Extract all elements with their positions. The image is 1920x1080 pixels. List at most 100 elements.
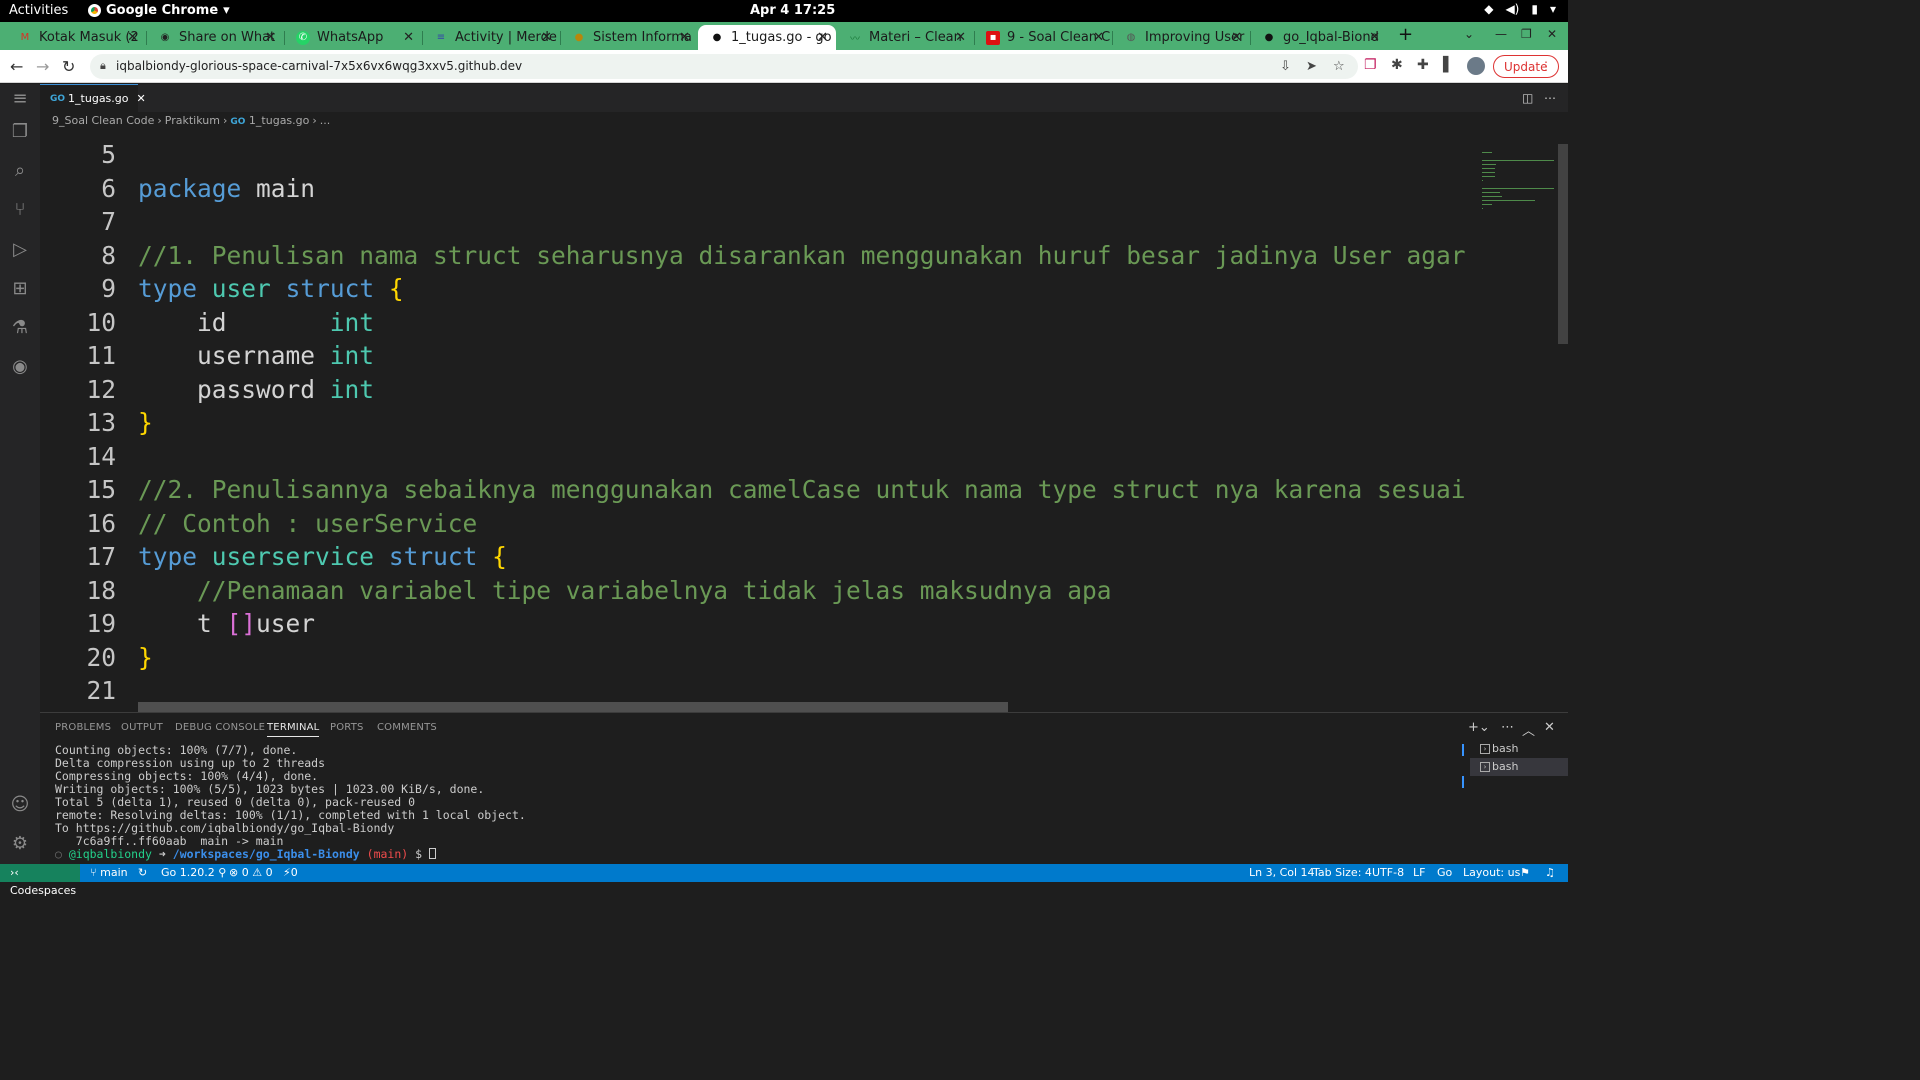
send-icon[interactable]: ➤ [1306, 59, 1317, 74]
close-icon[interactable]: ✕ [679, 30, 690, 45]
browser-tab[interactable]: ✆ WhatsApp ✕ [284, 25, 422, 50]
more-actions-icon[interactable]: ⋯ [1544, 91, 1556, 105]
tab-terminal[interactable]: TERMINAL [267, 722, 320, 737]
puzzle-icon[interactable]: ✚ [1417, 57, 1429, 73]
code-line[interactable]: 17 type userservice struct { [40, 540, 1476, 574]
menu-icon[interactable]: ≡ [9, 88, 31, 110]
close-icon[interactable]: ✕ [127, 30, 138, 45]
accounts-icon[interactable]: ☺ [9, 794, 31, 816]
code-line[interactable]: 21 [40, 674, 1476, 708]
sync-icon[interactable]: ↻ [138, 864, 147, 882]
close-icon[interactable]: ✕ [817, 30, 828, 45]
app-menu[interactable]: Google Chrome ▾ [88, 3, 230, 18]
browser-tab[interactable]: M Kotak Masuk (2 ✕ [6, 25, 146, 50]
clock[interactable]: Apr 4 17:25 [750, 3, 835, 18]
extension-icon[interactable]: ❐ [1364, 57, 1377, 73]
cursor-position[interactable]: Ln 3, Col 14 [1249, 864, 1315, 882]
update-button[interactable]: Update ⋮ [1493, 55, 1559, 78]
activities-button[interactable]: Activities [9, 3, 68, 18]
browser-tab[interactable]: ≡ Activity | Merde ✕ [422, 25, 560, 50]
close-icon[interactable]: ✕ [1369, 30, 1380, 45]
explorer-icon[interactable]: ❐ [9, 121, 31, 143]
gear-icon[interactable]: ⚙ [9, 833, 31, 855]
keyboard-layout[interactable]: Layout: us [1463, 864, 1520, 882]
tab-comments[interactable]: COMMENTS [377, 722, 437, 733]
tab-output[interactable]: OUTPUT [121, 722, 163, 733]
code-line[interactable]: 12 password int [40, 373, 1476, 407]
go-version[interactable]: Go 1.20.2 ⚲ [161, 864, 226, 882]
browser-tab[interactable]: ● go_Iqbal-Biond ✕ [1250, 25, 1388, 50]
vertical-scrollbar[interactable] [1558, 130, 1568, 712]
system-status-area[interactable]: ◆ ◀) ▮ ▾ [1484, 2, 1556, 16]
browser-tab[interactable]: ● Sistem Informa ✕ [560, 25, 698, 50]
code-line[interactable]: 19 t []user [40, 607, 1476, 641]
scrollbar-thumb[interactable] [1558, 144, 1568, 344]
tab-debug-console[interactable]: DEBUG CONSOLE [175, 722, 265, 733]
language-mode[interactable]: Go [1437, 864, 1452, 882]
extension-icon[interactable]: ✱ [1391, 57, 1403, 73]
code-line[interactable]: 9 type user struct { [40, 272, 1476, 306]
encoding[interactable]: UTF-8 [1372, 864, 1404, 882]
end-of-line[interactable]: LF [1413, 864, 1425, 882]
terminal-output[interactable]: Counting objects: 100% (7/7), done. Delta… [55, 744, 526, 861]
branch-indicator[interactable]: ⑂ main [90, 864, 128, 882]
install-app-icon[interactable]: ⇩ [1280, 59, 1291, 74]
terminal-item[interactable]: › bash [1470, 758, 1568, 776]
close-icon[interactable]: ✕ [137, 92, 146, 105]
new-terminal-icon[interactable]: +⌄ [1468, 720, 1490, 735]
code-line[interactable]: 13} [40, 406, 1476, 440]
restore-icon[interactable]: ❐ [1521, 27, 1532, 41]
close-icon[interactable]: ✕ [541, 30, 552, 45]
back-icon[interactable]: ← [10, 57, 23, 76]
browser-tab[interactable]: ▪ 9 - Soal Clean C ✕ [974, 25, 1112, 50]
close-icon[interactable]: ✕ [955, 30, 966, 45]
problems-indicator[interactable]: ⊗ 0 ⚠ 0 [229, 864, 273, 882]
remote-indicator[interactable]: ›‹ Codespaces [0, 864, 80, 897]
code-line[interactable]: 10 id int [40, 306, 1476, 340]
more-actions-icon[interactable]: ⋯ [1501, 720, 1514, 735]
testing-icon[interactable]: ⚗ [9, 317, 31, 339]
close-icon[interactable]: ✕ [1231, 30, 1242, 45]
github-icon[interactable]: ◉ [9, 356, 31, 378]
maximize-panel-icon[interactable]: ︿ [1522, 720, 1535, 739]
code-line[interactable]: 18 //Penamaan variabel tipe variabelnya … [40, 574, 1476, 608]
bell-icon[interactable]: ♫ [1545, 864, 1555, 882]
code-line[interactable]: 20} [40, 641, 1476, 675]
ports-indicator[interactable]: ⚡︎0 [283, 864, 298, 882]
close-icon[interactable]: ✕ [265, 30, 276, 45]
close-icon[interactable]: ✕ [403, 30, 414, 45]
code-line[interactable]: 8 //1. Penulisan nama struct seharusnya d… [40, 239, 1476, 273]
code-line[interactable]: 5 [40, 138, 1476, 172]
browser-tab-active[interactable]: ● 1_tugas.go - go ✕ [698, 25, 836, 50]
tab-ports[interactable]: PORTS [330, 722, 364, 733]
browser-tab[interactable]: 〰 Materi – Clean ✕ [836, 25, 974, 50]
close-panel-icon[interactable]: ✕ [1544, 720, 1555, 735]
split-editor-icon[interactable]: ◫ [1522, 91, 1533, 105]
reload-icon[interactable]: ↻ [62, 57, 75, 76]
browser-tab[interactable]: ◉ Share on What ✕ [146, 25, 284, 50]
address-bar[interactable]: 🔒︎ iqbalbiondy-glorious-space-carnival-7… [90, 54, 1358, 79]
code-line[interactable]: 14 [40, 440, 1476, 474]
run-debug-icon[interactable]: ▷ [9, 239, 31, 261]
tab-problems[interactable]: PROBLEMS [55, 722, 111, 733]
tab-search-icon[interactable]: ⌄ [1464, 27, 1474, 41]
profile-avatar[interactable] [1467, 57, 1485, 75]
minimap[interactable] [1476, 130, 1558, 712]
code-line[interactable]: 16 // Contoh : userService [40, 507, 1476, 541]
code-line[interactable]: 15 //2. Penulisannya sebaiknya menggunaka… [40, 473, 1476, 507]
editor-tab[interactable]: GO 1_tugas.go ✕ [40, 84, 146, 112]
source-control-icon[interactable]: ⑂ [9, 199, 31, 221]
new-tab-icon[interactable]: + [1398, 24, 1413, 45]
tab-size[interactable]: Tab Size: 4 [1313, 864, 1372, 882]
url-text[interactable]: iqbalbiondy-glorious-space-carnival-7x5x… [116, 59, 522, 73]
terminal-item[interactable]: › bash [1470, 740, 1568, 758]
browser-tab[interactable]: ◍ Improving User ✕ [1112, 25, 1250, 50]
terminal-prompt[interactable]: ○ @iqbalbiondy ➜ /workspaces/go_Iqbal-Bi… [55, 848, 526, 861]
extensions-icon[interactable]: ⊞ [9, 278, 31, 300]
forward-icon[interactable]: → [36, 57, 49, 76]
feedback-icon[interactable]: ⚑ [1520, 864, 1530, 882]
code-line[interactable]: 6 package main [40, 172, 1476, 206]
lock-icon[interactable]: 🔒︎ [100, 59, 106, 73]
minimize-icon[interactable]: — [1495, 27, 1507, 41]
close-icon[interactable]: ✕ [1093, 30, 1104, 45]
